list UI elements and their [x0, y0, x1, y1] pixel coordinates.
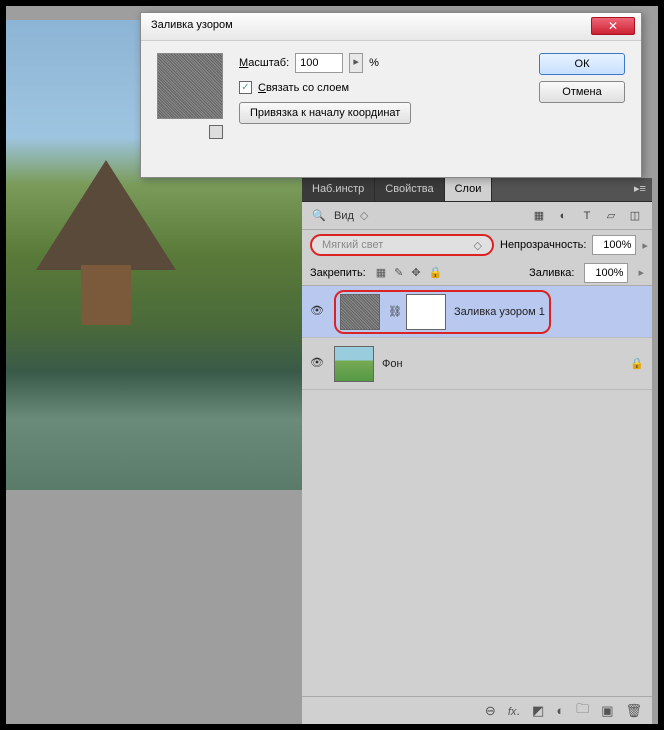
filter-shape-icon[interactable]: ▱ — [602, 207, 620, 225]
lock-transparent-icon[interactable]: ▦ — [376, 266, 386, 279]
scale-suffix: % — [369, 57, 379, 69]
layers-bottom-toolbar: ⊖ fx. ◩ ◐ 🗀 ▣ 🗑 — [302, 696, 652, 724]
pattern-preview[interactable] — [157, 53, 223, 119]
tab-layers[interactable]: Слои — [445, 178, 493, 201]
filter-dropdown-icon[interactable]: ◇ — [360, 209, 368, 222]
new-layer-icon[interactable]: ▣ — [601, 703, 613, 719]
opacity-input[interactable] — [592, 235, 636, 255]
layer-thumb-mask[interactable] — [406, 294, 446, 330]
pattern-fill-dialog: Заливка узором ✕ ММасштаб:асштаб: ▸ % Св… — [140, 12, 642, 178]
fill-stepper-icon[interactable]: ▸ — [638, 266, 644, 279]
filter-smart-icon[interactable]: ◫ — [626, 207, 644, 225]
layers-panel: Наб.инстр Свойства Слои ▸≡ 🔍 Вид ◇ ▦ ◐ T… — [302, 178, 652, 724]
filter-label: Вид — [334, 210, 354, 222]
blend-mode-value: Мягкий свет — [322, 239, 383, 251]
close-button[interactable]: ✕ — [591, 17, 635, 35]
scale-input[interactable] — [295, 53, 343, 73]
layer-fx-icon[interactable]: fx. — [508, 703, 520, 718]
layer-name[interactable]: Заливка узором 1 — [454, 306, 545, 318]
link-layer-label: Связать со слоем — [258, 82, 349, 94]
lock-all-icon[interactable]: 🔒 — [429, 266, 443, 279]
panel-tabs: Наб.инстр Свойства Слои ▸≡ — [302, 178, 652, 202]
chevron-down-icon: ◇ — [474, 239, 482, 252]
filter-type-icon[interactable]: T — [578, 207, 596, 225]
opacity-label: Непрозрачность: — [500, 239, 586, 251]
layer-name[interactable]: Фон — [382, 358, 403, 370]
snap-origin-button[interactable]: Привязка к началу координат — [239, 102, 411, 124]
dialog-title-text: Заливка узором — [151, 19, 233, 31]
link-mask-icon[interactable]: ⛓ — [388, 305, 398, 318]
add-mask-icon[interactable]: ◩ — [532, 703, 544, 719]
scale-label: ММасштаб:асштаб: — [239, 57, 289, 69]
layer-thumb-pattern[interactable] — [340, 294, 380, 330]
lock-pixels-icon[interactable]: ✎ — [394, 266, 403, 279]
link-layer-checkbox[interactable] — [239, 81, 252, 94]
panel-menu-icon[interactable]: ▸≡ — [628, 178, 652, 201]
new-fill-adjust-icon[interactable]: ◐ — [556, 703, 564, 718]
lock-icon: 🔒 — [630, 357, 644, 370]
visibility-icon[interactable]: 👁 — [310, 304, 326, 320]
delete-layer-icon[interactable]: 🗑 — [625, 703, 642, 719]
fill-input[interactable] — [584, 263, 628, 283]
opacity-stepper-icon[interactable]: ▸ — [642, 239, 648, 252]
ok-button[interactable]: ОК — [539, 53, 625, 75]
visibility-icon[interactable]: 👁 — [310, 356, 326, 372]
tab-properties[interactable]: Свойства — [375, 178, 444, 201]
search-icon[interactable]: 🔍 — [310, 207, 328, 225]
layer-thumb-image[interactable] — [334, 346, 374, 382]
cancel-button[interactable]: Отмена — [539, 81, 625, 103]
pattern-picker-button[interactable] — [209, 125, 223, 139]
layer-row-background[interactable]: 👁 Фон 🔒 — [302, 338, 652, 390]
scale-stepper[interactable]: ▸ — [349, 53, 363, 73]
new-group-icon[interactable]: 🗀 — [576, 700, 589, 722]
fill-label: Заливка: — [529, 267, 574, 279]
filter-adjust-icon[interactable]: ◐ — [554, 207, 572, 225]
blend-mode-select[interactable]: Мягкий свет ◇ — [310, 234, 494, 256]
link-layers-icon[interactable]: ⊖ — [485, 703, 496, 719]
lock-position-icon[interactable]: ✥ — [411, 266, 420, 279]
layer-row-pattern-fill[interactable]: 👁 ⛓ Заливка узором 1 — [302, 286, 652, 338]
lock-label: Закрепить: — [310, 267, 366, 279]
dialog-titlebar[interactable]: Заливка узором ✕ — [141, 13, 641, 41]
filter-pixel-icon[interactable]: ▦ — [530, 207, 548, 225]
tab-tools[interactable]: Наб.инстр — [302, 178, 375, 201]
